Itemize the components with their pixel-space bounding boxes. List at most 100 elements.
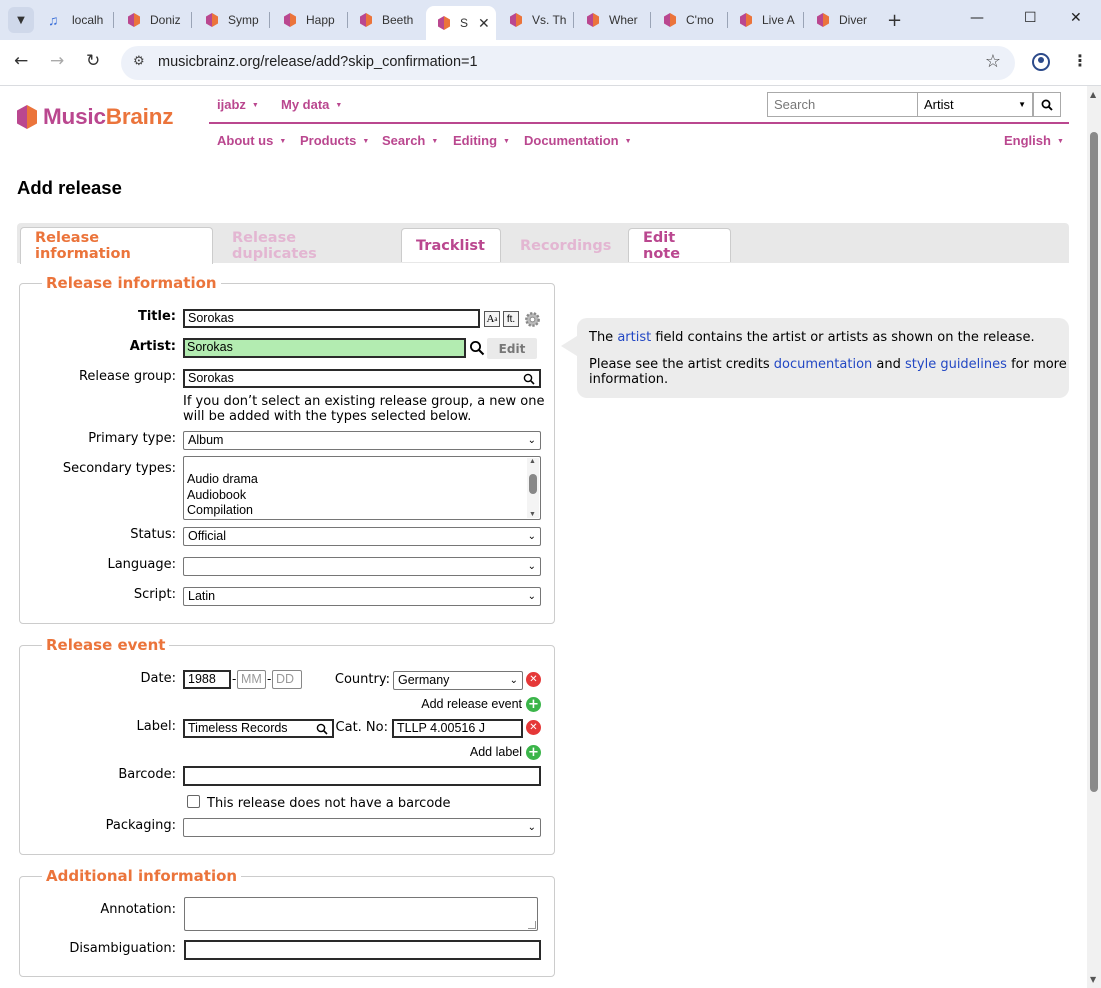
- close-tab-icon[interactable]: ✕: [478, 15, 490, 32]
- date-day-input[interactable]: DD: [272, 670, 302, 689]
- guess-case-icon[interactable]: Aa: [484, 311, 500, 327]
- artist-doc-link[interactable]: artist: [617, 330, 651, 345]
- browser-tab-label: Doniz: [150, 13, 181, 27]
- listbox-scrollbar[interactable]: ▲ ▼: [527, 458, 539, 518]
- nav-search[interactable]: Search ▼: [382, 133, 438, 148]
- remove-release-event-icon[interactable]: ✕: [526, 672, 541, 687]
- reload-icon[interactable]: ↻: [86, 51, 100, 71]
- scroll-up-icon[interactable]: ▲: [529, 458, 536, 465]
- scrollbar-thumb[interactable]: [1090, 132, 1098, 792]
- tab-recordings[interactable]: Recordings: [505, 228, 625, 262]
- listbox-option[interactable]: Compilation: [187, 503, 253, 517]
- scroll-down-icon[interactable]: ▼: [529, 511, 536, 518]
- user-menu[interactable]: ijabz ▼: [217, 97, 259, 112]
- remove-label-icon[interactable]: ✕: [526, 720, 541, 735]
- listbox-option[interactable]: Audio drama: [187, 472, 258, 486]
- primary-type-select[interactable]: Album ⌄: [183, 431, 541, 450]
- search-button[interactable]: [1033, 92, 1061, 117]
- tab-release-duplicates[interactable]: Release duplicates: [217, 228, 398, 262]
- search-icon[interactable]: [523, 373, 535, 385]
- catalog-number-input[interactable]: TLLP 4.00516 J: [392, 719, 523, 738]
- label-input[interactable]: Timeless Records: [183, 719, 334, 738]
- resize-grip-icon[interactable]: [528, 921, 536, 929]
- add-label-icon[interactable]: +: [526, 745, 541, 760]
- browser-tab-label: Diver: [839, 13, 868, 27]
- date-month-input[interactable]: MM: [237, 670, 266, 689]
- tab-tracklist[interactable]: Tracklist: [401, 228, 501, 262]
- annotation-textarea[interactable]: [184, 897, 538, 931]
- profile-icon[interactable]: [1032, 53, 1050, 71]
- script-select[interactable]: Latin ⌄: [183, 587, 541, 606]
- documentation-link[interactable]: documentation: [774, 357, 872, 372]
- browser-tab-label: C'mo: [686, 13, 714, 27]
- status-value: Official: [188, 529, 226, 543]
- browser-tab[interactable]: C'mo: [662, 8, 728, 32]
- browser-tab[interactable]: Symp: [204, 8, 270, 32]
- packaging-select[interactable]: ⌄: [183, 818, 541, 837]
- barcode-label: Barcode:: [118, 767, 176, 782]
- status-select[interactable]: Official ⌄: [183, 527, 541, 546]
- minimize-icon[interactable]: —: [970, 10, 984, 26]
- browser-tab-active[interactable]: S ✕: [426, 6, 496, 40]
- browser-tab[interactable]: Doniz: [126, 8, 192, 32]
- browser-tab[interactable]: Diver: [815, 8, 881, 32]
- style-guidelines-link[interactable]: style guidelines: [905, 357, 1007, 372]
- site-settings-icon[interactable]: ⚙: [133, 54, 145, 69]
- language-menu[interactable]: English ▼: [1004, 133, 1064, 148]
- featured-artists-icon[interactable]: ft.: [503, 311, 519, 327]
- my-data-menu[interactable]: My data ▼: [281, 97, 342, 112]
- search-icon: [1041, 99, 1053, 111]
- url-text[interactable]: musicbrainz.org/release/add?skip_confirm…: [158, 54, 478, 70]
- disambiguation-input[interactable]: [184, 940, 541, 960]
- country-select[interactable]: Germany ⌄: [393, 671, 523, 690]
- secondary-types-listbox[interactable]: Audio drama Audiobook Compilation ▲ ▼: [183, 456, 541, 520]
- header-search-input[interactable]: Search: [767, 92, 918, 117]
- address-bar[interactable]: ⚙ musicbrainz.org/release/add?skip_confi…: [121, 46, 1015, 80]
- listbox-scroll-thumb[interactable]: [529, 474, 537, 494]
- back-arrow-icon[interactable]: ←: [14, 51, 28, 71]
- browser-tab[interactable]: Beeth: [358, 8, 424, 32]
- nav-products[interactable]: Products ▼: [300, 133, 369, 148]
- date-year-input[interactable]: 1988: [183, 670, 231, 689]
- no-barcode-checkbox[interactable]: [187, 795, 200, 808]
- search-type-select[interactable]: Artist ▼: [917, 92, 1033, 117]
- page-scrollbar[interactable]: ▲ ▼: [1087, 86, 1101, 988]
- browser-tab[interactable]: ♫ localh: [48, 8, 114, 32]
- tab-search-button[interactable]: ▼: [8, 7, 34, 33]
- artist-search-icon[interactable]: [469, 340, 485, 356]
- close-window-icon[interactable]: ✕: [1070, 10, 1082, 26]
- maximize-icon[interactable]: ☐: [1024, 10, 1037, 26]
- browser-tab[interactable]: Happ: [282, 8, 348, 32]
- scroll-up-icon[interactable]: ▲: [1090, 90, 1096, 99]
- browser-tab[interactable]: Wher: [585, 8, 651, 32]
- nav-documentation[interactable]: Documentation ▼: [524, 133, 632, 148]
- bookmark-star-icon[interactable]: ☆: [985, 51, 1001, 72]
- tab-edit-note[interactable]: Edit note: [628, 228, 731, 262]
- language-select[interactable]: ⌄: [183, 557, 541, 576]
- edit-artist-credit-button[interactable]: Edit: [487, 338, 537, 359]
- no-barcode-label[interactable]: This release does not have a barcode: [207, 796, 451, 811]
- search-icon[interactable]: [316, 723, 328, 735]
- listbox-option[interactable]: Audiobook: [187, 488, 246, 502]
- chevron-down-icon: ⌄: [527, 822, 536, 833]
- release-group-input[interactable]: Sorokas: [183, 369, 541, 388]
- tab-release-information[interactable]: Release information: [20, 227, 213, 264]
- forward-arrow-icon[interactable]: →: [50, 51, 64, 71]
- artist-input[interactable]: Sorokas: [183, 338, 466, 358]
- nav-about-us[interactable]: About us ▼: [217, 133, 286, 148]
- browser-tab[interactable]: Vs. Th: [508, 8, 574, 32]
- new-tab-icon[interactable]: +: [887, 10, 902, 31]
- browser-menu-icon[interactable]: ⋮: [1072, 51, 1088, 70]
- title-input[interactable]: Sorokas: [183, 309, 480, 328]
- barcode-input[interactable]: [183, 766, 541, 786]
- nav-editing[interactable]: Editing ▼: [453, 133, 510, 148]
- add-release-event-icon[interactable]: +: [526, 697, 541, 712]
- browser-tab[interactable]: Live A: [738, 8, 804, 32]
- add-release-event-link[interactable]: Add release event: [380, 697, 522, 711]
- settings-gear-icon[interactable]: [524, 311, 541, 328]
- scroll-down-icon[interactable]: ▼: [1090, 975, 1096, 984]
- chevron-down-icon: ⌄: [509, 675, 518, 686]
- musicbrainz-logo[interactable]: MusicBrainz: [16, 104, 174, 130]
- add-label-link[interactable]: Add label: [380, 745, 522, 759]
- caret-down-icon: ▼: [624, 138, 632, 145]
